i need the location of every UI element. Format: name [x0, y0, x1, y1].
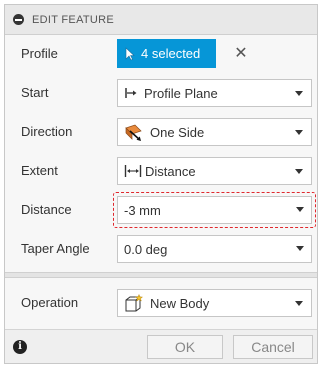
section-divider: [5, 272, 317, 278]
direction-dropdown[interactable]: One Side: [117, 118, 312, 146]
profile-selection-button[interactable]: 4 selected: [117, 39, 216, 68]
profile-selection-count: 4 selected: [141, 46, 201, 61]
cancel-button[interactable]: Cancel: [233, 335, 313, 359]
chevron-down-icon: [295, 169, 303, 174]
direction-label: Direction: [21, 124, 73, 139]
distance-icon: [124, 164, 142, 178]
extent-value: Distance: [145, 163, 196, 179]
panel-title: EDIT FEATURE: [32, 13, 115, 26]
chevron-down-icon[interactable]: [296, 246, 304, 251]
chevron-down-icon[interactable]: [296, 207, 304, 212]
info-icon[interactable]: i: [13, 340, 27, 354]
start-dropdown[interactable]: Profile Plane: [117, 79, 312, 107]
direction-row: Direction One Side: [5, 113, 317, 151]
operation-row: Operation New Body: [5, 284, 317, 322]
chevron-down-icon: [295, 130, 303, 135]
start-label: Start: [21, 85, 49, 100]
taper-angle-row: Taper Angle: [5, 230, 317, 268]
distance-input[interactable]: [117, 196, 312, 224]
collapse-icon[interactable]: [13, 14, 24, 25]
operation-value: New Body: [150, 295, 210, 311]
distance-row: Distance: [5, 191, 317, 229]
cursor-arrow-icon: [125, 46, 135, 61]
profile-label: Profile: [21, 46, 58, 61]
extent-row: Extent Distance: [5, 152, 317, 190]
taper-angle-input[interactable]: [117, 235, 312, 263]
one-side-icon: [124, 122, 144, 142]
start-row: Start Profile Plane: [5, 74, 317, 112]
taper-angle-field-wrap: [117, 235, 312, 263]
operation-label: Operation: [21, 295, 79, 310]
chevron-down-icon: [295, 301, 303, 306]
extent-dropdown[interactable]: Distance: [117, 157, 312, 185]
edit-feature-panel: EDIT FEATURE Profile 4 selected ✕ Start …: [4, 4, 318, 364]
start-value: Profile Plane: [144, 85, 218, 101]
profile-plane-icon: [124, 86, 138, 100]
distance-field-wrap: [117, 196, 312, 224]
panel-header[interactable]: EDIT FEATURE: [5, 5, 317, 35]
taper-angle-label: Taper Angle: [21, 241, 90, 256]
direction-value: One Side: [150, 124, 205, 140]
distance-label: Distance: [21, 202, 72, 217]
clear-selection-icon[interactable]: ✕: [231, 39, 251, 68]
new-body-icon: [124, 294, 144, 312]
extent-label: Extent: [21, 163, 58, 178]
ok-button[interactable]: OK: [147, 335, 223, 359]
profile-row: Profile 4 selected ✕: [5, 35, 317, 73]
dialog-footer: i OK Cancel: [5, 329, 317, 363]
operation-dropdown[interactable]: New Body: [117, 289, 312, 317]
chevron-down-icon: [295, 91, 303, 96]
